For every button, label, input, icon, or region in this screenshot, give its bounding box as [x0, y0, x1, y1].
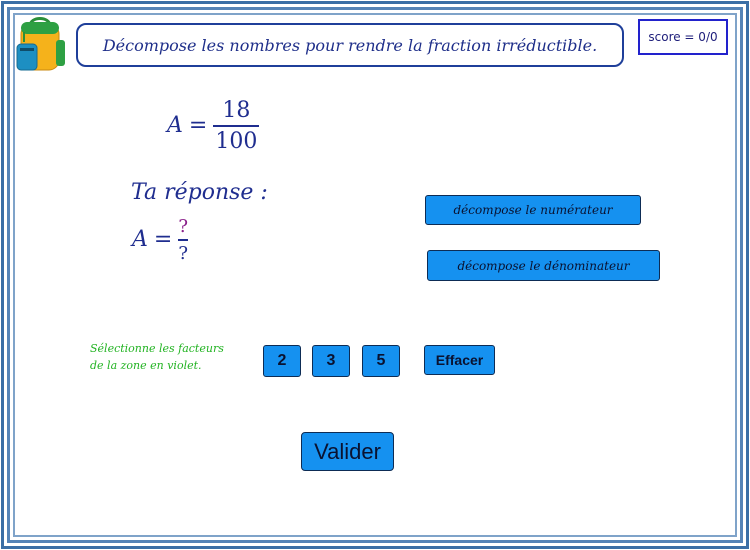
factor-hint-line2: de la zone en violet. — [90, 359, 202, 372]
decompose-numerator-button[interactable]: décompose le numérateur — [425, 195, 641, 225]
fraction-expression: A = 18 100 — [167, 98, 260, 154]
instruction-box: Décompose les nombres pour rendre la fra… — [76, 23, 624, 67]
numerator-value: 18 — [222, 98, 251, 123]
factor-2-button[interactable]: 2 — [263, 345, 301, 377]
variable-a: A — [167, 113, 183, 139]
equals-sign: = — [188, 113, 208, 139]
factor-5-button[interactable]: 5 — [362, 345, 400, 377]
answer-fraction: ? ? — [178, 216, 188, 264]
factor-hint-line1: Sélectionne les facteurs — [90, 342, 224, 355]
answer-variable: A — [132, 227, 148, 253]
fraction-bar — [213, 125, 260, 127]
factor-hint: Sélectionne les facteurs de la zone en v… — [90, 340, 260, 374]
factor-3-button[interactable]: 3 — [312, 345, 350, 377]
decompose-denominator-button[interactable]: décompose le dénominateur — [427, 250, 660, 281]
answer-expression: A = ? ? — [132, 216, 188, 264]
score-box: score = 0/0 — [638, 19, 728, 55]
backpack-icon — [16, 17, 65, 71]
given-fraction: 18 100 — [213, 98, 260, 154]
answer-denominator: ? — [178, 242, 188, 264]
denominator-value: 100 — [215, 128, 258, 154]
answer-numerator: ? — [178, 216, 188, 237]
answer-label: Ta réponse : — [131, 180, 268, 205]
clear-button[interactable]: Effacer — [424, 345, 495, 375]
validate-button[interactable]: Valider — [301, 432, 394, 471]
answer-fraction-bar — [178, 239, 188, 241]
answer-equals: = — [153, 227, 173, 253]
